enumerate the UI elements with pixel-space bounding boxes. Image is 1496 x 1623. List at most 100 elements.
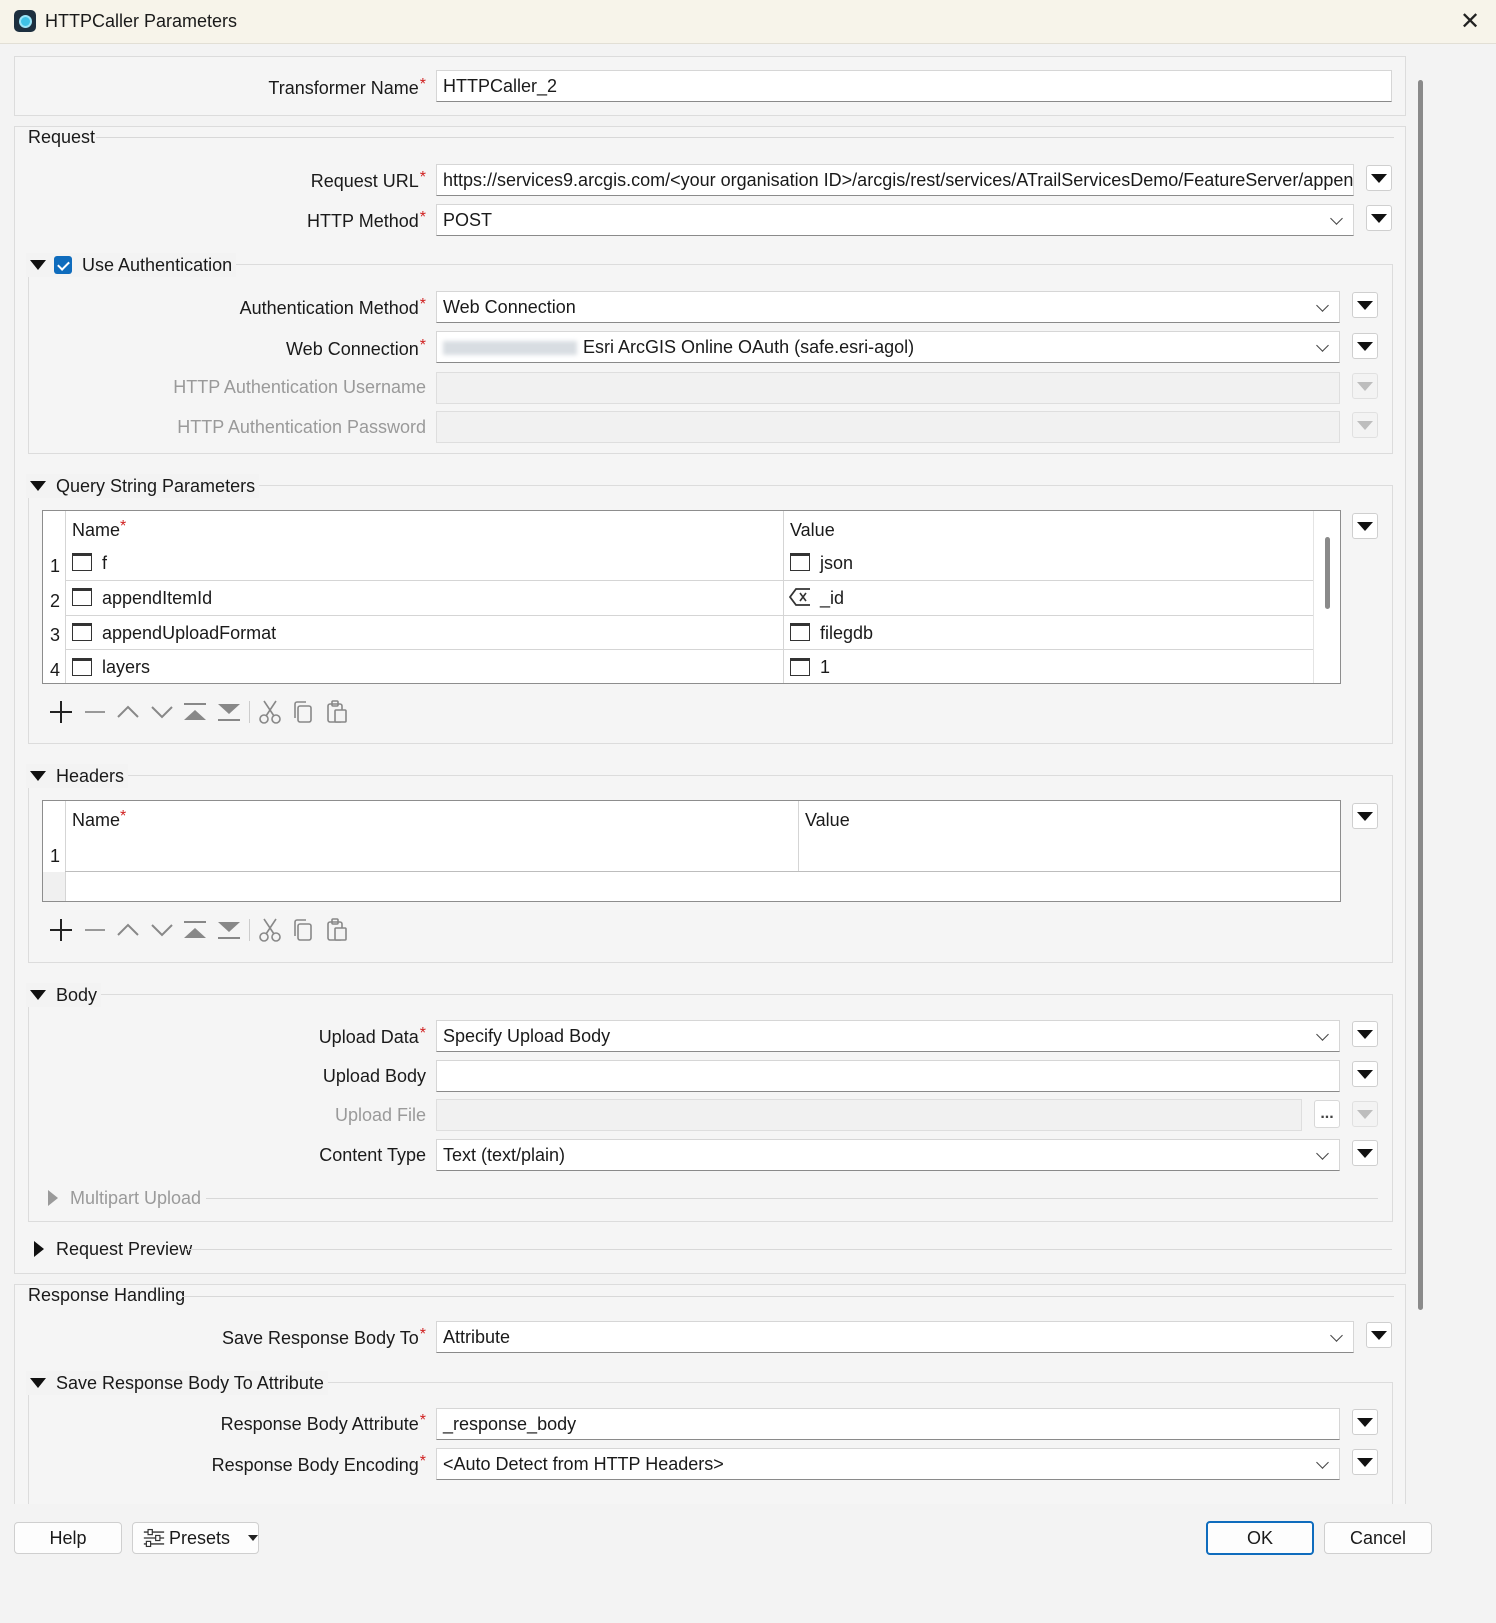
paste-icon[interactable] <box>324 699 350 725</box>
http-auth-username-label: HTTP Authentication Username <box>173 377 426 397</box>
close-icon[interactable]: ✕ <box>1456 8 1484 36</box>
http-method-menu-button[interactable] <box>1366 205 1392 231</box>
redacted-account <box>443 341 577 356</box>
browse-button[interactable]: ... <box>1314 1100 1340 1128</box>
move-down-icon[interactable] <box>149 917 175 943</box>
query-params-menu-button[interactable] <box>1352 513 1378 539</box>
request-url-menu-button[interactable] <box>1366 165 1392 191</box>
response-attr-header[interactable]: Save Response Body To Attribute <box>26 1371 328 1395</box>
content-type-select[interactable]: Text (text/plain) <box>436 1139 1340 1171</box>
collapse-icon[interactable] <box>30 771 46 781</box>
collapse-icon[interactable] <box>30 990 46 1000</box>
headers-menu-button[interactable] <box>1352 803 1378 829</box>
text-box-icon[interactable] <box>72 623 92 641</box>
upload-body-input[interactable] <box>436 1060 1340 1092</box>
column-header-value[interactable]: Value <box>790 520 835 541</box>
move-to-bottom-icon[interactable] <box>216 917 242 943</box>
transformer-name-input[interactable]: HTTPCaller_2 <box>436 70 1392 102</box>
web-connection-menu-button[interactable] <box>1352 333 1378 359</box>
param-value[interactable]: _id <box>820 588 844 609</box>
param-value[interactable]: filegdb <box>820 623 873 644</box>
column-header-name[interactable]: Name* <box>72 518 126 541</box>
remove-row-icon[interactable] <box>82 917 108 943</box>
http-method-select[interactable]: POST <box>436 204 1354 236</box>
param-value[interactable]: json <box>820 553 853 574</box>
cancel-button[interactable]: Cancel <box>1324 1522 1432 1554</box>
add-row-icon[interactable] <box>48 699 74 725</box>
param-name[interactable]: appendItemId <box>102 588 212 609</box>
text-box-icon[interactable] <box>790 658 810 676</box>
ok-button[interactable]: OK <box>1206 1521 1314 1555</box>
move-to-top-icon[interactable] <box>182 917 208 943</box>
body-header[interactable]: Body <box>26 983 102 1007</box>
text-box-icon[interactable] <box>72 658 92 676</box>
query-header[interactable]: Query String Parameters <box>26 474 260 498</box>
collapse-icon[interactable] <box>30 1378 46 1388</box>
response-encoding-menu-button[interactable] <box>1352 1449 1378 1475</box>
upload-body-menu-button[interactable] <box>1352 1061 1378 1087</box>
paste-icon[interactable] <box>324 917 350 943</box>
copy-icon[interactable] <box>290 917 316 943</box>
save-response-to-select[interactable]: Attribute <box>436 1321 1354 1353</box>
text-box-icon[interactable] <box>790 553 810 571</box>
param-name[interactable]: layers <box>102 657 150 678</box>
move-up-icon[interactable] <box>115 699 141 725</box>
http-auth-password-label: HTTP Authentication Password <box>177 417 426 437</box>
auth-method-label: Authentication Method* <box>239 296 426 318</box>
copy-icon[interactable] <box>290 699 316 725</box>
auth-header[interactable]: Use Authentication <box>26 253 237 277</box>
expand-icon[interactable] <box>48 1190 58 1206</box>
upload-data-select[interactable]: Specify Upload Body <box>436 1020 1340 1052</box>
presets-button[interactable]: Presets <box>132 1522 259 1554</box>
column-header-value[interactable]: Value <box>805 810 850 831</box>
collapse-icon[interactable] <box>30 481 46 491</box>
headers-header[interactable]: Headers <box>26 764 129 788</box>
move-to-bottom-icon[interactable] <box>216 699 242 725</box>
response-body-attr-input[interactable]: _response_body <box>436 1408 1340 1440</box>
expand-icon[interactable] <box>34 1241 44 1257</box>
remove-row-icon[interactable] <box>82 699 108 725</box>
http-auth-password-input <box>436 411 1340 443</box>
collapse-icon[interactable] <box>30 260 46 270</box>
save-response-to-label: Save Response Body To* <box>221 1326 426 1348</box>
chevron-down-icon <box>1316 299 1329 312</box>
response-body-attr-menu-button[interactable] <box>1352 1409 1378 1435</box>
content-type-menu-button[interactable] <box>1352 1140 1378 1166</box>
save-response-to-menu-button[interactable] <box>1366 1322 1392 1348</box>
auth-method-select[interactable]: Web Connection <box>436 291 1340 323</box>
request-preview-header[interactable]: Request Preview <box>34 1237 192 1261</box>
text-box-icon[interactable] <box>72 553 92 571</box>
text-box-icon[interactable] <box>72 588 92 606</box>
add-row-icon[interactable] <box>48 917 74 943</box>
response-encoding-select[interactable]: <Auto Detect from HTTP Headers> <box>436 1448 1340 1480</box>
multipart-upload-header[interactable]: Multipart Upload <box>48 1186 201 1210</box>
cut-icon[interactable] <box>257 917 283 943</box>
param-name[interactable]: f <box>102 553 107 574</box>
auth-method-menu-button[interactable] <box>1352 292 1378 318</box>
row-number: 1 <box>50 846 61 866</box>
upload-data-label: Upload Data* <box>318 1025 426 1047</box>
http-auth-username-input <box>436 372 1340 404</box>
chevron-down-icon <box>1330 1329 1343 1342</box>
web-connection-select[interactable]: Esri ArcGIS Online OAuth (safe.esri-agol… <box>436 331 1340 363</box>
main-scrollbar[interactable] <box>1418 80 1423 1310</box>
attribute-icon[interactable] <box>789 588 811 606</box>
row-number: 4 <box>50 660 61 680</box>
move-up-icon[interactable] <box>115 917 141 943</box>
content-type-label: Content Type <box>319 1145 426 1165</box>
upload-data-menu-button[interactable] <box>1352 1021 1378 1047</box>
request-url-input[interactable]: https://services9.arcgis.com/<your organ… <box>436 164 1354 196</box>
param-value[interactable]: 1 <box>820 657 830 678</box>
text-box-icon[interactable] <box>790 623 810 641</box>
column-header-name[interactable]: Name* <box>72 808 126 831</box>
move-down-icon[interactable] <box>149 699 175 725</box>
request-preview-title: Request Preview <box>56 1238 193 1259</box>
use-authentication-label: Use Authentication <box>82 254 233 275</box>
use-authentication-checkbox[interactable] <box>54 256 72 274</box>
dropdown-arrow-icon <box>248 1535 258 1541</box>
param-name[interactable]: appendUploadFormat <box>102 623 276 644</box>
cut-icon[interactable] <box>257 699 283 725</box>
move-to-top-icon[interactable] <box>182 699 208 725</box>
table-scrollbar[interactable] <box>1325 537 1330 609</box>
help-button[interactable]: Help <box>14 1522 122 1554</box>
